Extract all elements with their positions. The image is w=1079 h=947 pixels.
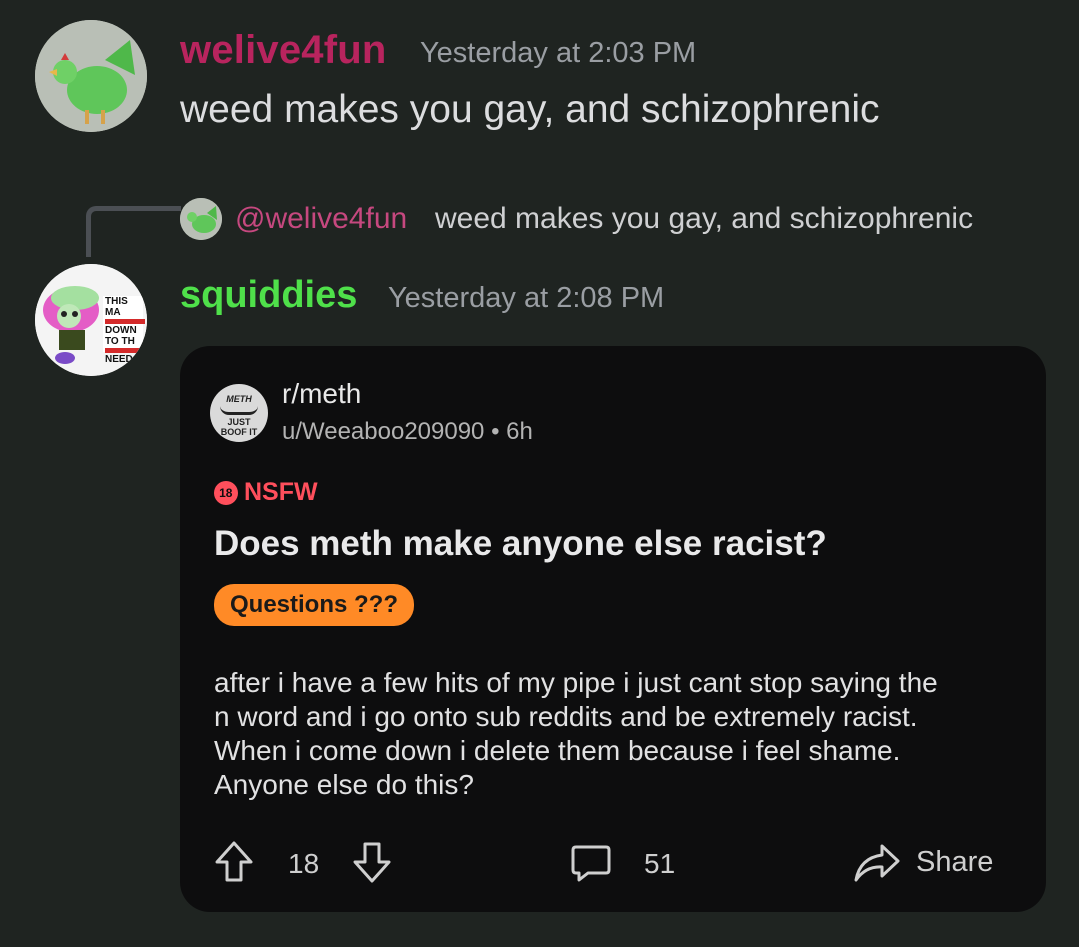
timestamp: Yesterday at 2:08 PM	[388, 282, 665, 314]
subreddit-icon-swoosh	[220, 406, 258, 415]
username-welive4fun[interactable]: welive4fun	[180, 28, 387, 73]
reply-text[interactable]: weed makes you gay, and schizophrenic	[435, 202, 973, 236]
avatar-caption-red	[105, 319, 145, 324]
subreddit-icon-line2: JUST	[227, 417, 251, 427]
subreddit-name[interactable]: r/meth	[282, 378, 361, 410]
subreddit-icon[interactable]: METH JUST BOOF IT	[210, 384, 268, 442]
avatar-caption-red2	[105, 348, 145, 353]
vote-count: 18	[288, 848, 320, 879]
post-flair[interactable]: Questions ???	[214, 584, 414, 626]
subreddit-icon-line3: BOOF IT	[220, 427, 258, 437]
avatar-squiddies[interactable]: THIS MA DOWN TO TH NEED	[35, 264, 147, 376]
post-body: after i have a few hits of my pipe i jus…	[214, 666, 1014, 802]
post-body-line: after i have a few hits of my pipe i jus…	[214, 667, 938, 698]
avatar-caption-4: NEED	[105, 354, 133, 365]
avatar-caption-3: TO TH	[105, 336, 135, 347]
post-author-meta[interactable]: u/Weeaboo209090 • 6h	[282, 418, 533, 446]
chicken-icon	[35, 20, 147, 132]
comment-count: 51	[644, 848, 676, 879]
upvote-button[interactable]	[214, 840, 254, 889]
share-label: Share	[916, 845, 994, 878]
avatar-caption-2: DOWN	[105, 325, 137, 336]
reply-avatar[interactable]	[180, 198, 222, 240]
comments-button[interactable]	[570, 842, 612, 889]
nsfw-badge-icon: 18	[209, 475, 243, 510]
nsfw-tag: 18 NSFW	[209, 475, 318, 510]
share-button[interactable]: Share	[852, 840, 993, 884]
timestamp: Yesterday at 2:03 PM	[420, 37, 697, 69]
avatar-caption-1: THIS MA	[105, 296, 128, 318]
message-text: weed makes you gay, and schizophrenic	[180, 88, 880, 131]
upvote-arrow-icon	[215, 841, 253, 882]
downvote-arrow-icon	[353, 842, 391, 883]
reply-connector	[86, 206, 181, 257]
avatar-welive4fun[interactable]	[35, 20, 147, 132]
post-body-line: Anyone else do this?	[214, 769, 474, 800]
comment-bubble-icon	[571, 845, 611, 882]
reply-mention[interactable]: @welive4fun	[235, 202, 407, 236]
reddit-post-embed[interactable]: METH JUST BOOF IT r/meth u/Weeaboo209090…	[180, 346, 1046, 912]
subreddit-icon-line1: METH	[226, 394, 252, 404]
post-title[interactable]: Does meth make anyone else racist?	[214, 524, 827, 564]
downvote-button[interactable]	[352, 840, 392, 889]
post-body-line: n word and i go onto sub reddits and be …	[214, 701, 918, 732]
chicken-icon	[180, 198, 222, 240]
post-body-line: When i come down i delete them because i…	[214, 735, 901, 766]
share-arrow-icon	[854, 844, 900, 882]
username-squiddies[interactable]: squiddies	[180, 274, 357, 317]
nsfw-label: NSFW	[244, 478, 318, 506]
